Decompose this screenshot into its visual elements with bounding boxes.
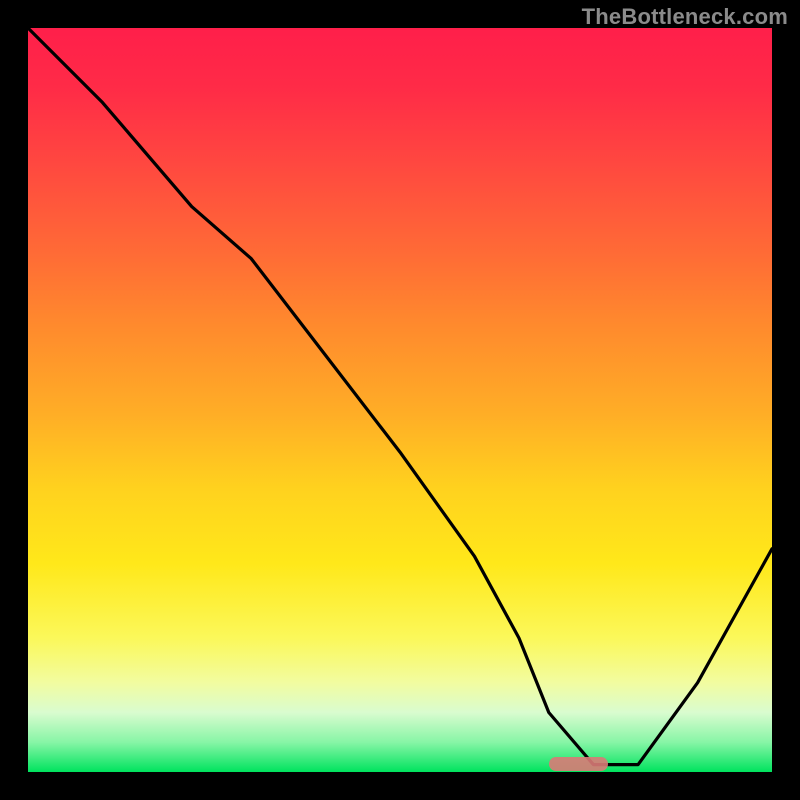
watermark-label: TheBottleneck.com	[582, 4, 788, 30]
optimum-marker	[549, 757, 609, 771]
curve-svg	[28, 28, 772, 772]
bottleneck-curve-path	[28, 28, 772, 765]
plot-area	[28, 28, 772, 772]
chart-root: TheBottleneck.com	[0, 0, 800, 800]
